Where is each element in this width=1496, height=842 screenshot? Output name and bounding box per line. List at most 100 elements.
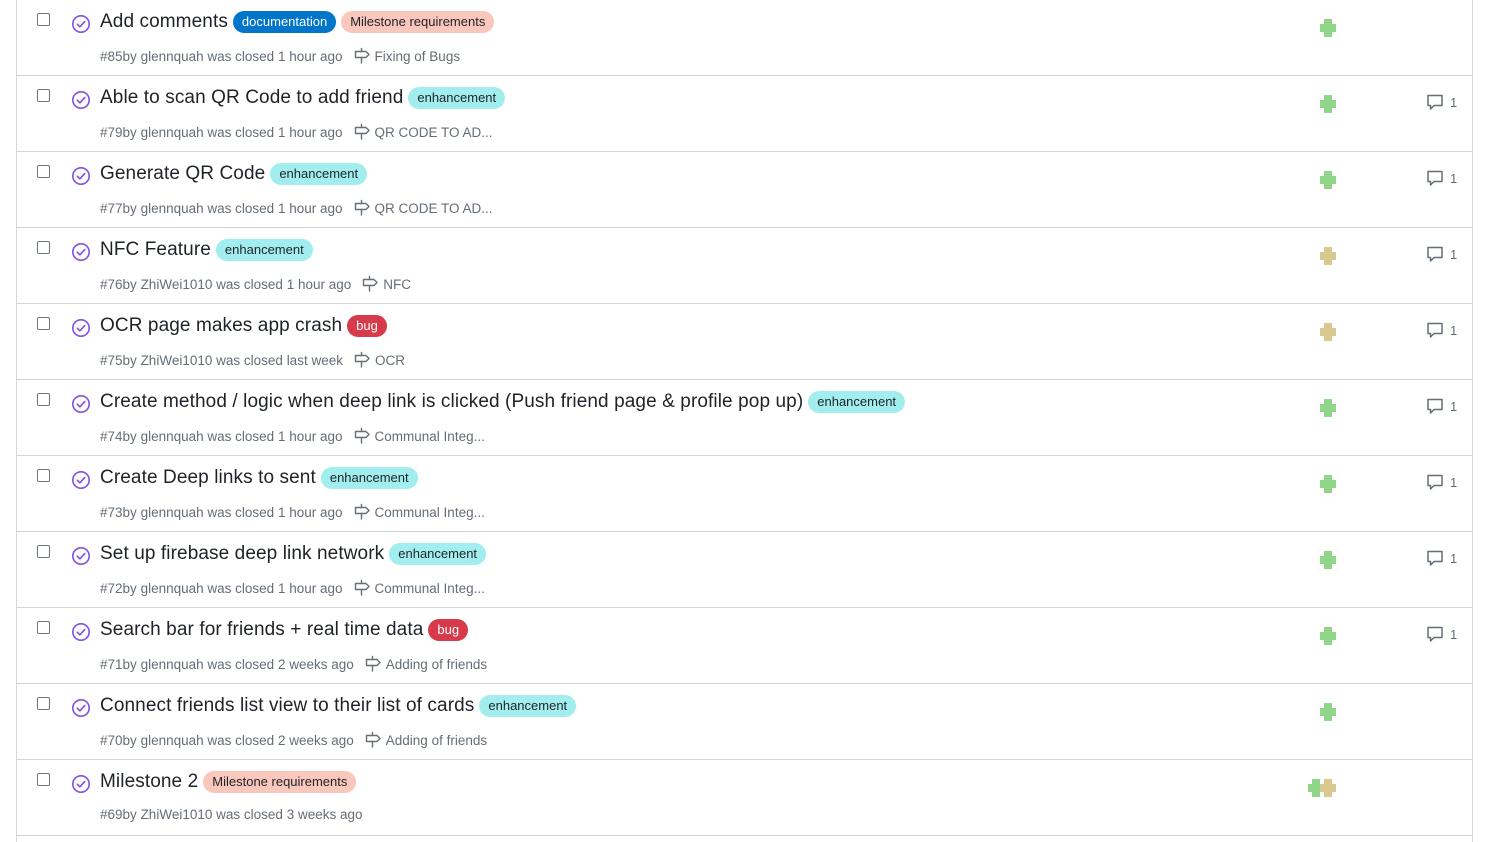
comment-count[interactable]: 1 [1450,247,1457,262]
assignee-avatar[interactable] [1317,169,1339,191]
milestone-name[interactable]: QR CODE TO AD... [375,125,493,140]
author-link[interactable]: ZhiWei1010 [141,277,213,292]
assignee-avatar[interactable] [1306,777,1340,799]
assignee-avatar[interactable] [1317,625,1339,647]
label-enhancement[interactable]: enhancement [270,163,368,185]
comment-count[interactable]: 1 [1450,627,1457,642]
label-enhancement[interactable]: enhancement [479,695,577,717]
label-enhancement[interactable]: enhancement [215,239,313,261]
label-milestone-requirements[interactable]: Milestone requirements [341,11,495,33]
issue-checkbox[interactable] [37,697,50,710]
milestone-link[interactable]: QR CODE TO AD... [353,123,493,141]
milestone-name[interactable]: Communal Integ... [375,429,485,444]
label-enhancement[interactable]: enhancement [808,391,906,413]
issue-checkbox[interactable] [37,241,50,254]
issue-row[interactable]: Create method / logic when deep link is … [17,380,1472,456]
milestone-name[interactable]: Adding of friends [386,657,487,672]
issue-row[interactable]: Able to scan QR Code to add friend enhanc… [17,76,1472,152]
issue-row[interactable]: Connect friends list view to their list … [17,684,1472,760]
issue-title-link[interactable]: Milestone 2 [100,771,198,793]
comments-link[interactable]: 1 [1425,320,1457,340]
comment-count[interactable]: 1 [1450,95,1457,110]
issue-row[interactable]: Create Deep links to sent enhancement #73 … [17,456,1472,532]
issue-checkbox[interactable] [37,773,50,786]
issue-checkbox[interactable] [37,89,50,102]
assignee-avatar[interactable] [1317,321,1339,343]
issue-checkbox[interactable] [37,545,50,558]
label-bug[interactable]: bug [428,619,469,641]
issue-title-link[interactable]: Generate QR Code [100,163,265,185]
issue-title-link[interactable]: Set up firebase deep link network [100,543,384,565]
issue-title-link[interactable]: Add comments [100,11,228,33]
comments-link[interactable]: 1 [1425,396,1457,416]
label-bug[interactable]: bug [347,315,387,337]
milestone-link[interactable]: Communal Integ... [353,579,485,597]
issue-title-link[interactable]: Able to scan QR Code to add friend [100,87,403,109]
assignee-avatar[interactable] [1317,93,1339,115]
assignee-avatar[interactable] [1317,701,1339,723]
issue-checkbox[interactable] [37,317,50,330]
issue-row[interactable]: Add comments documentation Milestone requi… [17,0,1472,76]
author-link[interactable]: ZhiWei1010 [141,807,213,822]
milestone-link[interactable]: Fixing of Bugs [353,47,461,65]
author-link[interactable]: glennquah [141,505,204,520]
milestone-name[interactable]: OCR [375,353,405,368]
comments-link[interactable]: 1 [1425,168,1457,188]
label-enhancement[interactable]: enhancement [408,87,506,109]
issue-checkbox[interactable] [37,13,50,26]
milestone-name[interactable]: Communal Integ... [375,581,485,596]
assignee-avatar[interactable] [1317,397,1339,419]
author-link[interactable]: glennquah [141,581,204,596]
issue-row[interactable]: NFC Feature enhancement #76 by ZhiWei1010 … [17,228,1472,304]
milestone-name[interactable]: Adding of friends [386,733,487,748]
milestone-link[interactable]: Adding of friends [364,731,487,749]
label-milestone-requirements[interactable]: Milestone requirements [203,771,357,793]
milestone-link[interactable]: OCR [353,351,405,369]
comment-count[interactable]: 1 [1450,171,1457,186]
comments-link[interactable]: 1 [1425,548,1457,568]
issue-title-link[interactable]: Create Deep links to sent [100,467,316,489]
comment-count[interactable]: 1 [1450,323,1457,338]
milestone-name[interactable]: NFC [383,277,411,292]
milestone-name[interactable]: Fixing of Bugs [375,49,461,64]
issue-title-link[interactable]: Create method / logic when deep link is … [100,391,803,413]
comment-count[interactable]: 1 [1450,475,1457,490]
comments-link[interactable]: 1 [1425,624,1457,644]
issue-checkbox[interactable] [37,393,50,406]
issue-checkbox[interactable] [37,165,50,178]
issue-row[interactable]: Milestone 2 Milestone requirements #69 by … [17,760,1472,836]
label-enhancement[interactable]: enhancement [389,543,487,565]
comment-count[interactable]: 1 [1450,551,1457,566]
author-link[interactable]: glennquah [141,125,204,140]
author-link[interactable]: ZhiWei1010 [141,353,213,368]
milestone-link[interactable]: Communal Integ... [353,503,485,521]
label-enhancement[interactable]: enhancement [320,467,418,489]
issue-title-link[interactable]: Connect friends list view to their list … [100,695,474,717]
comments-link[interactable]: 1 [1425,92,1457,112]
author-link[interactable]: glennquah [141,733,204,748]
issue-title-link[interactable]: NFC Feature [100,239,211,261]
issue-row[interactable]: Search bar for friends + real time data b… [17,608,1472,684]
issue-row[interactable]: Generate QR Code enhancement #77 by glennq… [17,152,1472,228]
assignee-avatar[interactable] [1317,245,1339,267]
milestone-link[interactable]: NFC [361,275,411,293]
label-documentation[interactable]: documentation [232,11,337,33]
milestone-name[interactable]: QR CODE TO AD... [375,201,493,216]
issue-title-link[interactable]: OCR page makes app crash [100,315,342,337]
assignee-avatar[interactable] [1317,549,1339,571]
issue-row[interactable]: Set up firebase deep link network enhance… [17,532,1472,608]
comment-count[interactable]: 1 [1450,399,1457,414]
author-link[interactable]: glennquah [141,201,204,216]
assignee-avatar[interactable] [1317,473,1339,495]
issue-checkbox[interactable] [37,469,50,482]
author-link[interactable]: glennquah [141,429,204,444]
milestone-name[interactable]: Communal Integ... [375,505,485,520]
comments-link[interactable]: 1 [1425,244,1457,264]
issue-row[interactable]: OCR page makes app crash bug #75 by ZhiWei… [17,304,1472,380]
assignee-avatar[interactable] [1317,17,1339,39]
milestone-link[interactable]: Communal Integ... [353,427,485,445]
comments-link[interactable]: 1 [1425,472,1457,492]
milestone-link[interactable]: QR CODE TO AD... [353,199,493,217]
issue-checkbox[interactable] [37,621,50,634]
author-link[interactable]: glennquah [141,657,204,672]
